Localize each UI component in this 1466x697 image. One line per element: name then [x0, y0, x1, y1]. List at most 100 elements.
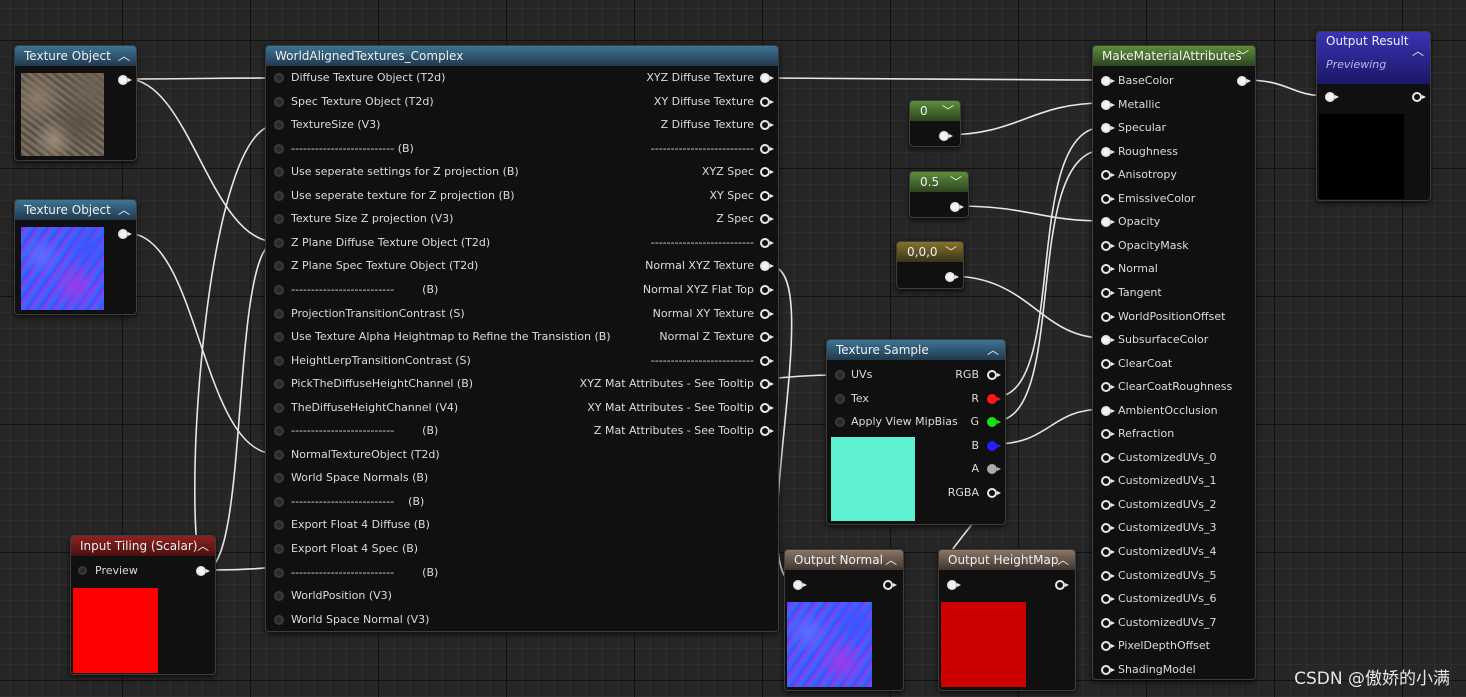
texture-object-node-1[interactable]: Texture Object ︿: [14, 45, 137, 161]
output-pin[interactable]: [945, 272, 959, 282]
input-pin-normal[interactable]: [1101, 264, 1115, 275]
output-pin-rgb[interactable]: [987, 370, 1001, 380]
chevron-up-icon[interactable]: ︿: [885, 550, 897, 570]
input-pin[interactable]: [274, 473, 284, 484]
input-pin-specular[interactable]: [1101, 123, 1115, 134]
output-pin[interactable]: [760, 143, 774, 154]
output-pin[interactable]: [760, 167, 774, 178]
input-pin[interactable]: [793, 580, 807, 590]
output-pin[interactable]: [950, 202, 964, 212]
output-pin-b[interactable]: [987, 440, 1001, 451]
output-pin[interactable]: [760, 379, 774, 390]
chevron-down-icon[interactable]: ﹀: [945, 242, 957, 262]
output-pin[interactable]: [760, 402, 774, 413]
input-pin[interactable]: [274, 496, 284, 507]
output-pin[interactable]: [760, 237, 774, 248]
output-pin-rgba[interactable]: [987, 487, 1001, 498]
output-pin[interactable]: [1237, 76, 1251, 86]
texture-object-node-2[interactable]: Texture Object ︿: [14, 199, 137, 315]
input-pin[interactable]: [274, 214, 284, 225]
constant-value[interactable]: 0,0,0: [907, 245, 938, 259]
input-pin-pixeldepthoffset[interactable]: [1101, 641, 1115, 652]
input-pin-shadingmodel[interactable]: [1101, 664, 1115, 675]
input-pin-subsurfacecolor[interactable]: [1101, 335, 1115, 346]
input-pin[interactable]: [274, 544, 284, 554]
output-pin-g[interactable]: [987, 417, 1001, 427]
input-pin[interactable]: [274, 332, 284, 343]
preview-input-pin[interactable]: [78, 566, 87, 575]
node-header[interactable]: WorldAlignedTextures_Complex: [266, 46, 778, 66]
output-pin[interactable]: [118, 229, 132, 239]
input-pin[interactable]: [274, 591, 284, 602]
constant-node-05[interactable]: 0.5 ﹀: [909, 171, 969, 218]
output-pin-a[interactable]: [987, 464, 1001, 474]
input-pin-clearcoat[interactable]: [1101, 358, 1115, 369]
output-pin[interactable]: [760, 332, 774, 343]
input-pin[interactable]: [274, 449, 284, 460]
node-header[interactable]: 0.5 ﹀: [910, 172, 968, 192]
node-header[interactable]: Texture Sample ︿: [827, 340, 1005, 360]
chevron-up-icon[interactable]: ︿: [197, 536, 209, 556]
node-header[interactable]: Output Normal ︿: [785, 550, 903, 570]
chevron-up-icon[interactable]: ︿: [1057, 550, 1069, 570]
input-pin[interactable]: [274, 284, 284, 295]
input-pin[interactable]: [274, 237, 284, 248]
output-pin[interactable]: [196, 566, 210, 576]
input-pin-customizeduvs_4[interactable]: [1101, 547, 1115, 557]
constant-value[interactable]: 0.5: [920, 175, 939, 189]
input-pin-customizeduvs_2[interactable]: [1101, 499, 1115, 510]
output-pin[interactable]: [760, 284, 774, 295]
output-pin[interactable]: [760, 426, 774, 437]
input-pin[interactable]: [835, 370, 845, 380]
output-pin[interactable]: [118, 75, 132, 85]
output-normal-node[interactable]: Output Normal ︿: [784, 549, 904, 691]
input-pin[interactable]: [947, 580, 961, 590]
chevron-up-icon[interactable]: ︿: [118, 46, 130, 66]
node-header[interactable]: 0,0,0 ﹀: [897, 242, 963, 262]
input-pin-tangent[interactable]: [1101, 287, 1115, 298]
input-pin-customizeduvs_6[interactable]: [1101, 594, 1115, 605]
input-pin[interactable]: [274, 567, 284, 578]
node-header[interactable]: Texture Object ︿: [15, 200, 136, 220]
output-pin-r[interactable]: [987, 393, 1001, 404]
node-header[interactable]: Output HeightMap ︿: [939, 550, 1075, 570]
input-pin-customizeduvs_1[interactable]: [1101, 476, 1115, 487]
texture-sample-node[interactable]: Texture Sample ︿ UVs Tex Apply View MipBia…: [826, 339, 1006, 525]
constant-node-0[interactable]: 0 ﹀: [909, 100, 961, 147]
input-pin[interactable]: [274, 355, 284, 366]
node-header[interactable]: MakeMaterialAttributes ﹀: [1093, 46, 1255, 66]
input-pin[interactable]: [274, 308, 284, 319]
constant-vector-node[interactable]: 0,0,0 ﹀: [896, 241, 964, 289]
input-pin-roughness[interactable]: [1101, 146, 1115, 157]
input-tiling-node[interactable]: Input Tiling (Scalar) ︿ Preview: [70, 535, 216, 675]
input-pin[interactable]: [274, 261, 284, 272]
input-pin-customizeduvs_3[interactable]: [1101, 523, 1115, 534]
node-header[interactable]: Input Tiling (Scalar) ︿: [71, 536, 215, 556]
input-pin-worldpositionoffset[interactable]: [1101, 311, 1115, 322]
input-pin-clearcoatroughness[interactable]: [1101, 382, 1115, 393]
chevron-up-icon[interactable]: ︿: [1412, 42, 1424, 60]
input-pin[interactable]: [274, 73, 284, 83]
input-pin[interactable]: [1325, 92, 1339, 102]
output-pin[interactable]: [760, 355, 774, 366]
node-header[interactable]: Output Result Previewing ︿: [1317, 32, 1430, 84]
chevron-down-icon[interactable]: ﹀: [942, 101, 954, 121]
input-pin-basecolor[interactable]: [1101, 76, 1115, 86]
input-pin[interactable]: [835, 417, 845, 427]
output-pin[interactable]: [760, 120, 774, 131]
input-pin-opacity[interactable]: [1101, 217, 1115, 228]
output-pin[interactable]: [1055, 580, 1069, 590]
chevron-up-icon[interactable]: ︿: [118, 200, 130, 220]
input-pin-customizeduvs_0[interactable]: [1101, 452, 1115, 463]
input-pin-refraction[interactable]: [1101, 429, 1115, 440]
input-pin[interactable]: [274, 520, 284, 531]
output-result-node[interactable]: Output Result Previewing ︿: [1316, 31, 1431, 201]
input-pin[interactable]: [835, 393, 845, 404]
input-pin-opacitymask[interactable]: [1101, 240, 1115, 251]
input-pin[interactable]: [274, 96, 284, 107]
output-pin[interactable]: [760, 190, 774, 201]
output-pin[interactable]: [883, 580, 897, 590]
make-material-attributes-node[interactable]: MakeMaterialAttributes ﹀ BaseColor Metall…: [1092, 45, 1256, 680]
node-header[interactable]: Texture Object ︿: [15, 46, 136, 66]
input-pin-metallic[interactable]: [1101, 99, 1115, 110]
